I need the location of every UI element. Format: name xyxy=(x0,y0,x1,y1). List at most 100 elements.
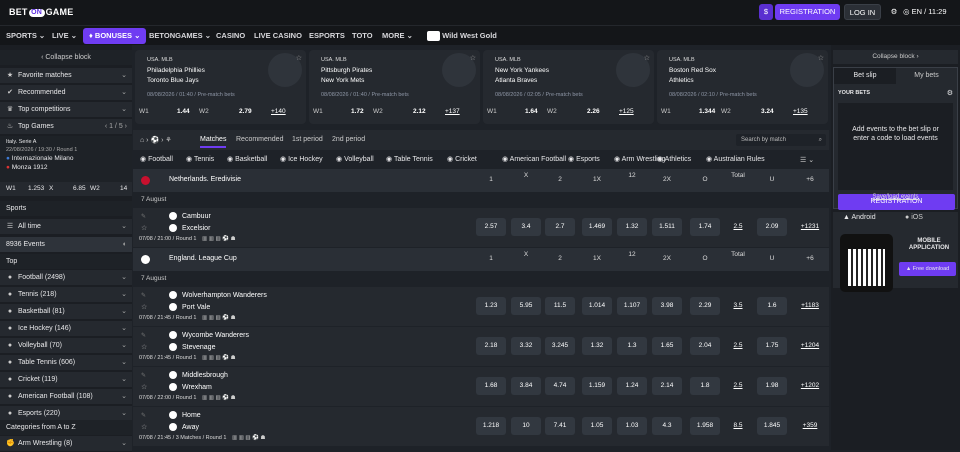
card-w1-odd[interactable]: 1.44 xyxy=(177,108,190,115)
home-icon[interactable]: ⌂ › ⚽ › ⚘ xyxy=(140,136,172,144)
odd-button[interactable]: 2.5 xyxy=(723,377,753,395)
sport-tab-basketball[interactable]: ◉ Basketball xyxy=(227,155,267,163)
star-icon[interactable]: ☆ xyxy=(644,54,650,62)
sport-tab-volleyball[interactable]: ◉ Volleyball xyxy=(336,155,374,163)
odd-button[interactable]: 2.09 xyxy=(757,218,787,236)
events-count[interactable]: 8936 Events ◐ xyxy=(0,237,132,253)
card-more-bets[interactable]: +135 xyxy=(793,108,808,115)
stats-icons[interactable]: ▥ ▥ ▥ ⚽ ☗ xyxy=(201,236,236,242)
sport-item-cricket[interactable]: ● Cricket (119) ⌄ xyxy=(0,372,132,388)
nav-toto[interactable]: TOTO xyxy=(352,26,373,46)
settings-gear-icon[interactable]: ⚙ xyxy=(887,4,901,20)
tab-2nd-period[interactable]: 2nd period xyxy=(332,136,365,143)
sport-tab-athletics[interactable]: ◉ Athletics xyxy=(657,155,691,163)
match-row[interactable]: ✎ ☆ Middlesbrough Wrexham 07/08 / 22:00 / Ro… xyxy=(133,367,829,407)
odd-button[interactable]: 1.845 xyxy=(757,417,787,435)
league-header-row[interactable]: Netherlands. Eredivisie 1 X 2 1X 12 2X O Total U +… xyxy=(133,169,829,192)
nav-live[interactable]: LIVE ⌄ xyxy=(52,26,77,46)
odd-button[interactable]: 1.469 xyxy=(582,218,612,236)
odd-button[interactable]: 2.7 xyxy=(545,218,575,236)
odd-button[interactable]: 1.23 xyxy=(476,297,506,315)
stats-icons[interactable]: ▥ ▥ ▥ ⚽ ☗ xyxy=(201,355,236,361)
odd-button[interactable]: 1.511 xyxy=(652,218,682,236)
featured-match-card[interactable]: ☆ USA. MLB Philadelphia Phillies Toronto Bl… xyxy=(135,50,306,124)
odd-button[interactable]: 1.958 xyxy=(690,417,720,435)
odd-button[interactable]: 1.8 xyxy=(690,377,720,395)
sport-item-volleyball[interactable]: ● Volleyball (70) ⌄ xyxy=(0,338,132,354)
league-name[interactable]: England. League Cup xyxy=(169,255,237,262)
odd-button[interactable]: 2.5 xyxy=(723,218,753,236)
odd-button[interactable]: 4.74 xyxy=(545,377,575,395)
pin-icon[interactable]: ✎ xyxy=(141,332,146,339)
sport-item-table-tennis[interactable]: ● Table Tennis (606) ⌄ xyxy=(0,355,132,371)
more-bets-link[interactable]: +1183 xyxy=(793,297,827,315)
odd-button[interactable]: 2.14 xyxy=(652,377,682,395)
tab-android[interactable]: ▲ Android xyxy=(843,214,876,221)
pin-icon[interactable]: ✎ xyxy=(141,292,146,299)
odd-button[interactable]: 3.84 xyxy=(511,377,541,395)
sport-item-basketball[interactable]: ● Basketball (81) ⌄ xyxy=(0,304,132,320)
card-w2-odd[interactable]: 2.26 xyxy=(587,108,600,115)
nav-sports[interactable]: SPORTS ⌄ xyxy=(6,26,45,46)
top-games-item[interactable]: ♨ Top Games ‹ 1 / 5 › xyxy=(0,119,132,135)
star-icon[interactable]: ☆ xyxy=(470,54,476,62)
search-match-input[interactable]: Search by match ⌕ xyxy=(736,134,826,146)
site-logo[interactable]: BET ON GAME xyxy=(9,7,73,17)
card-more-bets[interactable]: +125 xyxy=(619,108,634,115)
nav-more[interactable]: MORE ⌄ xyxy=(382,26,413,46)
collapse-left-button[interactable]: ‹ Collapse block xyxy=(0,50,132,66)
odd-button[interactable]: 1.05 xyxy=(582,417,612,435)
odd-button[interactable]: 1.159 xyxy=(582,377,612,395)
pin-icon[interactable]: ✎ xyxy=(141,213,146,220)
favorite-matches-item[interactable]: ★ Favorite matches ⌄ xyxy=(0,68,132,84)
sport-tab-tennis[interactable]: ◉ Tennis xyxy=(186,155,214,163)
sport-tab-american-football[interactable]: ◉ American Football xyxy=(502,155,566,163)
odd-w1-value[interactable]: 1.253 xyxy=(28,185,44,192)
odd-w2-value[interactable]: 14 xyxy=(120,185,127,192)
match-row[interactable]: ✎ ☆ Cambuur Excelsior 07/08 / 21:00 / Round … xyxy=(133,208,829,248)
star-icon[interactable]: ☆ xyxy=(818,54,824,62)
nav-live-casino[interactable]: LIVE CASINO xyxy=(254,26,302,46)
language-time-selector[interactable]: ◎ EN / 11:29 xyxy=(903,4,958,20)
odd-button[interactable]: 1.3 xyxy=(617,337,647,355)
odd-button[interactable]: 1.218 xyxy=(476,417,506,435)
tab-recommended[interactable]: Recommended xyxy=(236,136,283,143)
odd-button[interactable]: 1.75 xyxy=(757,337,787,355)
odd-button[interactable]: 2.5 xyxy=(723,337,753,355)
card-w2-odd[interactable]: 2.79 xyxy=(239,108,252,115)
wallet-button[interactable]: $ xyxy=(759,4,773,20)
nav-esports[interactable]: ESPORTS xyxy=(309,26,345,46)
odd-button[interactable]: 1.32 xyxy=(617,218,647,236)
star-icon[interactable]: ☆ xyxy=(141,383,147,391)
nav-bonuses[interactable]: ♦ BONUSES ⌄ xyxy=(83,28,147,44)
odd-button[interactable]: 3.4 xyxy=(511,218,541,236)
star-icon[interactable]: ☆ xyxy=(141,343,147,351)
odd-button[interactable]: 3.245 xyxy=(545,337,575,355)
odd-button[interactable]: 10 xyxy=(511,417,541,435)
sport-tab-cricket[interactable]: ◉ Cricket xyxy=(447,155,477,163)
odd-button[interactable]: 1.107 xyxy=(617,297,647,315)
odd-button[interactable]: 2.57 xyxy=(476,218,506,236)
menu-icon[interactable]: ☰ ⌄ xyxy=(800,156,814,164)
card-w1-odd[interactable]: 1.344 xyxy=(699,108,715,115)
card-w2-odd[interactable]: 3.24 xyxy=(761,108,774,115)
sport-item-ice-hockey[interactable]: ● Ice Hockey (146) ⌄ xyxy=(0,321,132,337)
odd-button[interactable]: 3.5 xyxy=(723,297,753,315)
odd-button[interactable]: 1.68 xyxy=(476,377,506,395)
save-load-events-link[interactable]: Save/load events xyxy=(833,194,958,204)
recommended-item[interactable]: ✔ Recommended ⌄ xyxy=(0,85,132,101)
league-header-row[interactable]: England. League Cup 1 X 2 1X 12 2X O Total U +6 xyxy=(133,248,829,271)
sport-item-american-football[interactable]: ● American Football (108) ⌄ xyxy=(0,389,132,405)
stats-icons[interactable]: ▥ ▥ ▥ ⚽ ☗ xyxy=(201,395,236,401)
top-game-card[interactable]: Italy. Serie A 22/08/2026 / 19:30 / Roun… xyxy=(0,136,132,182)
star-icon[interactable]: ☆ xyxy=(141,303,147,311)
odd-button[interactable]: 1.6 xyxy=(757,297,787,315)
stats-icons[interactable]: ▥ ▥ ▥ ⚽ ☗ xyxy=(230,435,266,441)
odd-button[interactable]: 1.74 xyxy=(690,218,720,236)
more-bets-link[interactable]: +359 xyxy=(793,417,827,435)
odd-button[interactable]: 1.65 xyxy=(652,337,682,355)
sport-item-tennis[interactable]: ● Tennis (218) ⌄ xyxy=(0,287,132,303)
card-w2-odd[interactable]: 2.12 xyxy=(413,108,426,115)
odd-button[interactable]: 1.98 xyxy=(757,377,787,395)
odd-button[interactable]: 1.24 xyxy=(617,377,647,395)
